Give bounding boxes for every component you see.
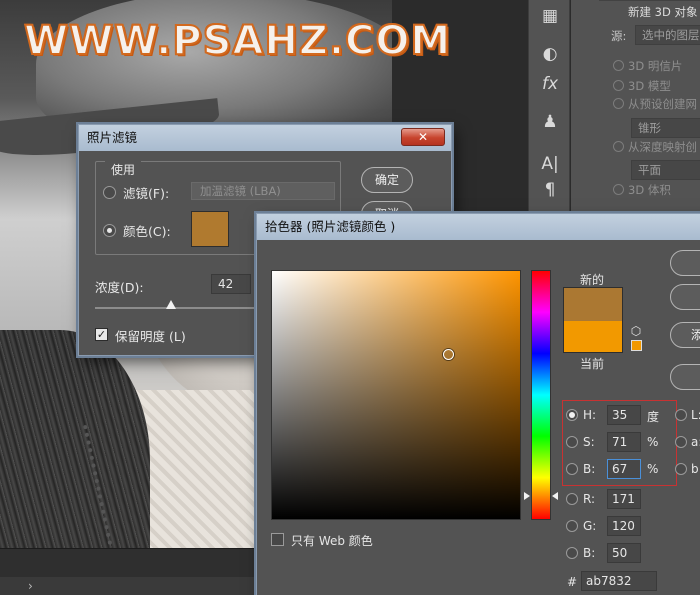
ok-button[interactable]: 确定 — [361, 167, 413, 193]
lab-b-label: b: — [691, 462, 700, 476]
chevron-right-icon[interactable]: › — [28, 579, 33, 593]
cancel-button[interactable] — [670, 284, 700, 310]
density-slider-thumb[interactable] — [165, 300, 176, 309]
radio-button[interactable] — [613, 80, 624, 91]
option-preset-mesh[interactable]: 从预设创建网 — [613, 96, 697, 112]
status-bar: › — [0, 548, 256, 595]
web-colors-only-label: 只有 Web 颜色 — [291, 534, 373, 548]
site-watermark: WWW.PSAHZ.COM — [23, 17, 452, 65]
close-button[interactable]: ✕ — [401, 128, 445, 146]
color-swatch[interactable] — [191, 211, 229, 247]
blue-input[interactable]: 50 — [607, 543, 641, 563]
red-radio[interactable] — [566, 493, 578, 505]
lab-a-label: a: — [691, 435, 700, 449]
green-input[interactable]: 120 — [607, 516, 641, 536]
hex-label: # — [567, 575, 578, 589]
new-color-swatch — [563, 287, 623, 321]
blue-label: B: — [583, 546, 596, 560]
saturation-unit: % — [647, 435, 659, 449]
dialog-title: 照片滤镜 — [79, 125, 451, 151]
option-3d-postcard[interactable]: 3D 明信片 — [613, 58, 682, 74]
paragraph-icon[interactable]: ¶ — [537, 178, 563, 202]
radio-button[interactable] — [613, 98, 624, 109]
color-picker-dialog: 拾色器 (照片滤镜颜色 ) 新的 当前 ⬡ H: 35 度 S: 71 % B:… — [256, 213, 700, 595]
hue-label: H: — [583, 408, 597, 422]
web-cube-icon[interactable]: ⬡ — [630, 325, 642, 337]
depth-select[interactable]: 平面 — [631, 160, 700, 180]
current-color-swatch[interactable] — [563, 321, 623, 353]
filter-label: 滤镜(F): — [123, 186, 170, 201]
current-color-label: 当前 — [580, 357, 605, 371]
filter-select[interactable]: 加温滤镜 (LBA) — [191, 182, 335, 200]
source-label: 源: — [611, 29, 627, 43]
web-safe-swatch[interactable] — [631, 340, 642, 351]
panel-divider — [599, 0, 700, 1]
green-label: G: — [583, 519, 597, 533]
saturation-input[interactable]: 71 — [607, 432, 641, 452]
text-icon[interactable]: A| — [537, 152, 563, 176]
brightness-unit: % — [647, 462, 659, 476]
option-3d-model[interactable]: 3D 模型 — [613, 78, 671, 94]
grid-icon[interactable]: ▦ — [537, 4, 563, 28]
dialog-title: 拾色器 (照片滤镜颜色 ) — [257, 214, 700, 240]
web-colors-only-checkbox[interactable] — [271, 533, 284, 546]
brightness-label: B: — [583, 462, 596, 476]
new-color-label: 新的 — [580, 273, 605, 287]
hue-slider-right-arrow[interactable] — [552, 491, 558, 500]
green-radio[interactable] — [566, 520, 578, 532]
lab-l-radio[interactable] — [675, 409, 687, 421]
hue-unit: 度 — [647, 410, 660, 424]
color-radio[interactable] — [103, 224, 116, 237]
option-depth-map[interactable]: 从深度映射创 — [613, 139, 697, 155]
brightness-input[interactable]: 67 — [607, 459, 641, 479]
hue-slider[interactable] — [531, 270, 551, 520]
lab-l-label: L: — [691, 408, 700, 422]
saturation-brightness-field[interactable] — [271, 270, 521, 520]
density-input[interactable]: 42 — [211, 274, 251, 294]
hue-radio[interactable] — [566, 409, 578, 421]
color-picker-circle[interactable] — [443, 349, 454, 360]
filter-radio[interactable] — [103, 186, 116, 199]
blue-radio[interactable] — [566, 547, 578, 559]
stamp-icon[interactable]: ♟ — [537, 110, 563, 134]
preset-select[interactable]: 锥形 — [631, 118, 700, 138]
use-group-label: 使用 — [105, 161, 142, 178]
tools-panel: ▦ ◐ fx ♟ A| ¶ — [528, 0, 570, 212]
saturation-radio[interactable] — [566, 436, 578, 448]
density-label: 浓度(D): — [95, 280, 144, 295]
adjustment-icon[interactable]: ◐ — [537, 42, 563, 66]
preserve-luminosity-label: 保留明度 (L) — [115, 329, 186, 344]
hue-input[interactable]: 35 — [607, 405, 641, 425]
hex-input[interactable]: ab7832 — [581, 571, 657, 591]
saturation-label: S: — [583, 435, 595, 449]
density-slider-track[interactable] — [95, 307, 275, 309]
status-scroll-bar[interactable] — [0, 577, 256, 595]
radio-button[interactable] — [613, 184, 624, 195]
lab-b-radio[interactable] — [675, 463, 687, 475]
radio-button[interactable] — [613, 60, 624, 71]
new-3d-object-panel: 新建 3D 对象 源: 选中的图层 3D 明信片 3D 模型 从预设创建网 锥形… — [571, 0, 700, 212]
fx-icon[interactable]: fx — [537, 72, 563, 96]
red-label: R: — [583, 492, 596, 506]
color-libraries-button[interactable] — [670, 364, 700, 390]
color-label: 颜色(C): — [123, 224, 171, 239]
add-to-swatches-button[interactable]: 添 — [670, 322, 700, 348]
option-3d-volume[interactable]: 3D 体积 — [613, 182, 671, 198]
panel-title: 新建 3D 对象 — [628, 5, 698, 19]
ok-button[interactable] — [670, 250, 700, 276]
red-input[interactable]: 171 — [607, 489, 641, 509]
radio-button[interactable] — [613, 141, 624, 152]
hue-slider-left-arrow[interactable] — [524, 491, 530, 500]
source-select[interactable]: 选中的图层 — [635, 25, 700, 45]
lab-a-radio[interactable] — [675, 436, 687, 448]
preserve-luminosity-checkbox[interactable]: ✓ — [95, 328, 108, 341]
brightness-radio[interactable] — [566, 463, 578, 475]
